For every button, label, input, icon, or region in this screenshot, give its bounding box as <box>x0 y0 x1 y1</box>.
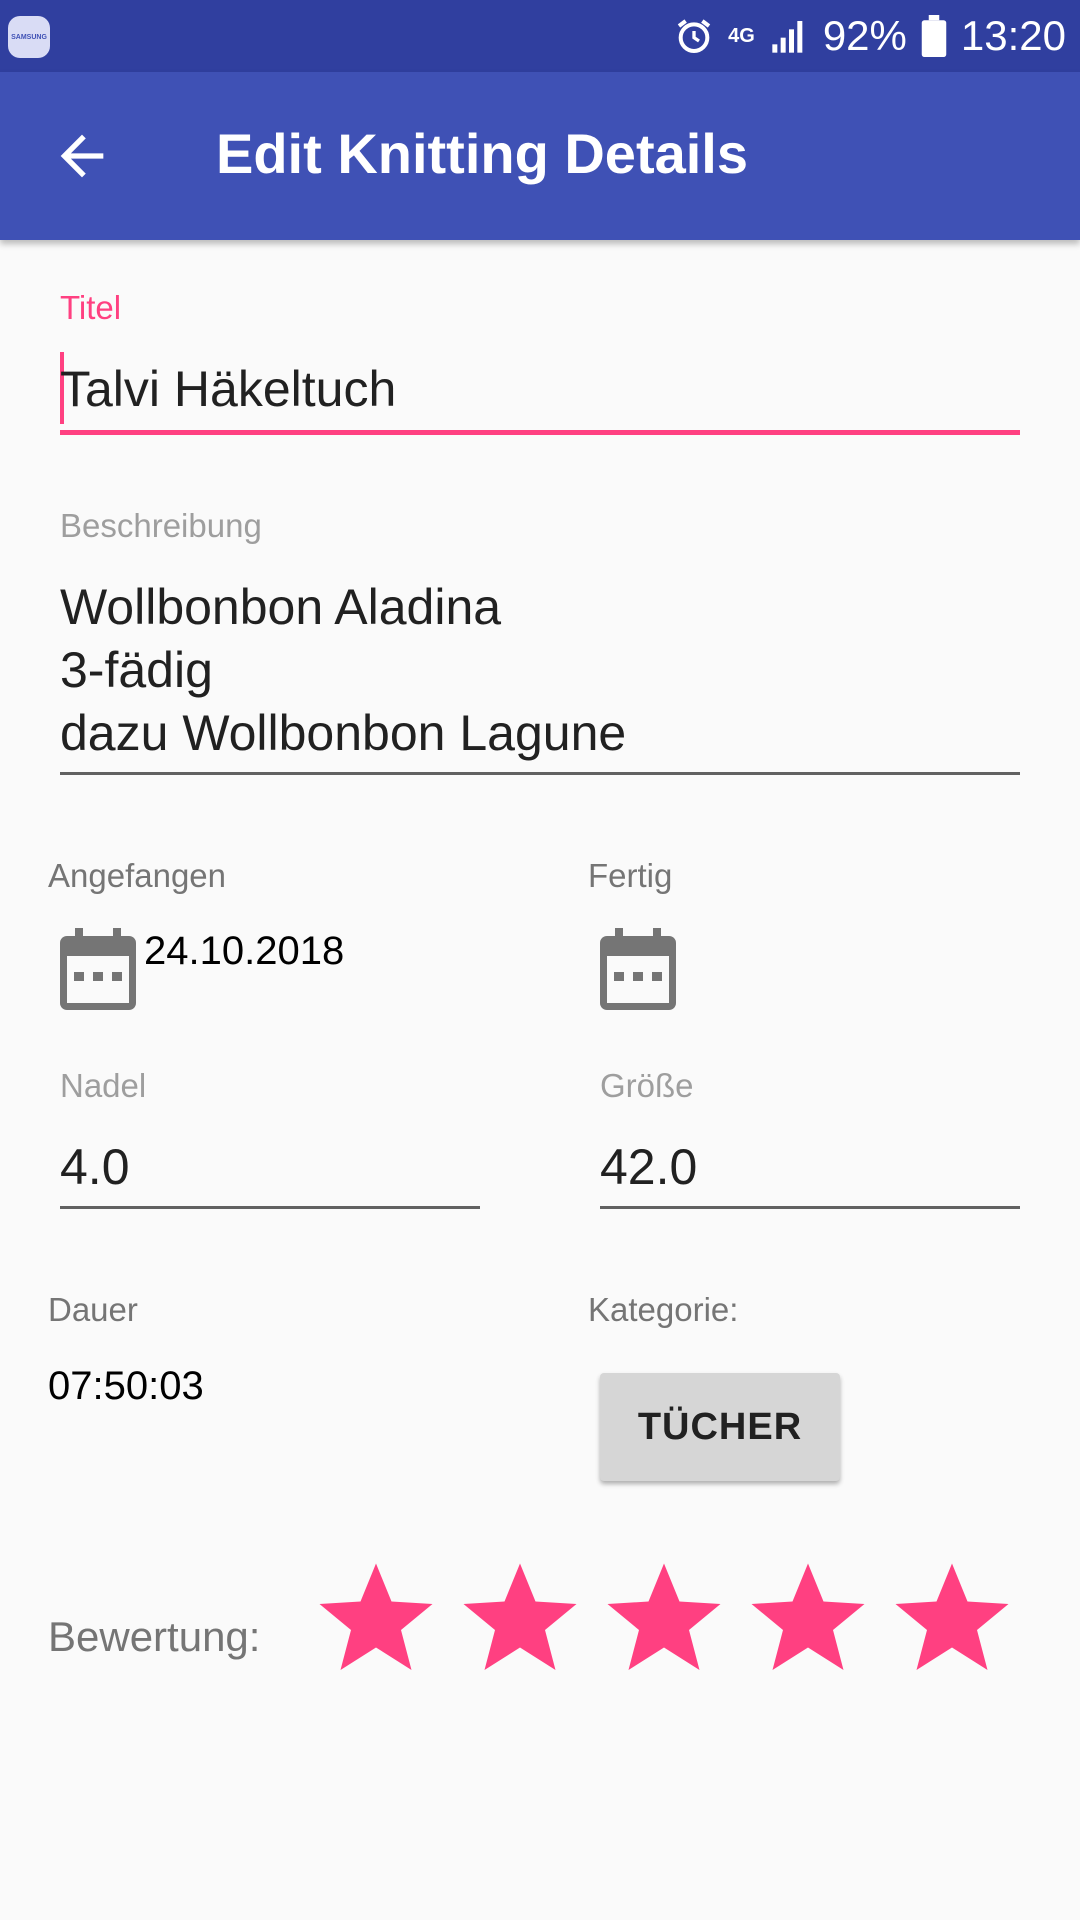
star-icon[interactable] <box>892 1556 1012 1676</box>
star-icon[interactable] <box>460 1556 580 1676</box>
category-button[interactable]: TÜCHER <box>600 1373 840 1481</box>
finished-label: Fertig <box>588 857 673 894</box>
description-line: Wollbonbon Aladina <box>60 579 502 635</box>
arrow-back-icon <box>60 134 104 178</box>
started-date: 24.10.2018 <box>144 929 345 973</box>
back-button[interactable] <box>50 124 114 188</box>
size-underline <box>600 1206 1020 1209</box>
clock: 13:20 <box>960 12 1066 59</box>
samsung-app-icon: SAMSUNG <box>8 16 50 58</box>
size-input[interactable]: 42.0 <box>600 1136 697 1198</box>
description-underline <box>60 772 1020 775</box>
needle-label: Nadel <box>60 1067 147 1104</box>
app-bar: Edit Knitting Details <box>0 72 1080 240</box>
calendar-icon[interactable] <box>600 928 676 1010</box>
needle-underline <box>60 1206 480 1209</box>
title-underline <box>60 430 1020 435</box>
network-type: 4G <box>728 25 755 47</box>
category-label: Kategorie: <box>588 1291 739 1328</box>
star-icon[interactable] <box>316 1556 436 1676</box>
title-input[interactable]: Talvi Häkeltuch <box>60 358 396 420</box>
needle-input[interactable]: 4.0 <box>60 1136 130 1198</box>
description-line: 3-fädig <box>60 642 213 698</box>
alarm-icon <box>674 16 714 56</box>
calendar-icon[interactable] <box>60 928 136 1010</box>
description-line: dazu Wollbonbon Lagune <box>60 705 627 761</box>
battery-icon <box>921 15 947 57</box>
description-label: Beschreibung <box>60 507 262 544</box>
star-icon[interactable] <box>604 1556 724 1676</box>
rating-label: Bewertung: <box>48 1613 261 1660</box>
rating-bar[interactable] <box>316 1556 1012 1676</box>
size-label: Größe <box>600 1067 694 1104</box>
battery-percent: 92% <box>822 12 907 59</box>
status-bar: SAMSUNG 4G 92% 13:20 <box>0 0 1080 72</box>
status-icons: 4G 92% 13:20 <box>674 0 1066 72</box>
star-icon[interactable] <box>748 1556 868 1676</box>
duration-value: 07:50:03 <box>48 1364 204 1408</box>
duration-label: Dauer <box>48 1291 138 1328</box>
signal-icon <box>769 16 809 56</box>
page-title: Edit Knitting Details <box>216 122 748 185</box>
title-label: Titel <box>60 289 122 326</box>
started-label: Angefangen <box>48 857 227 894</box>
